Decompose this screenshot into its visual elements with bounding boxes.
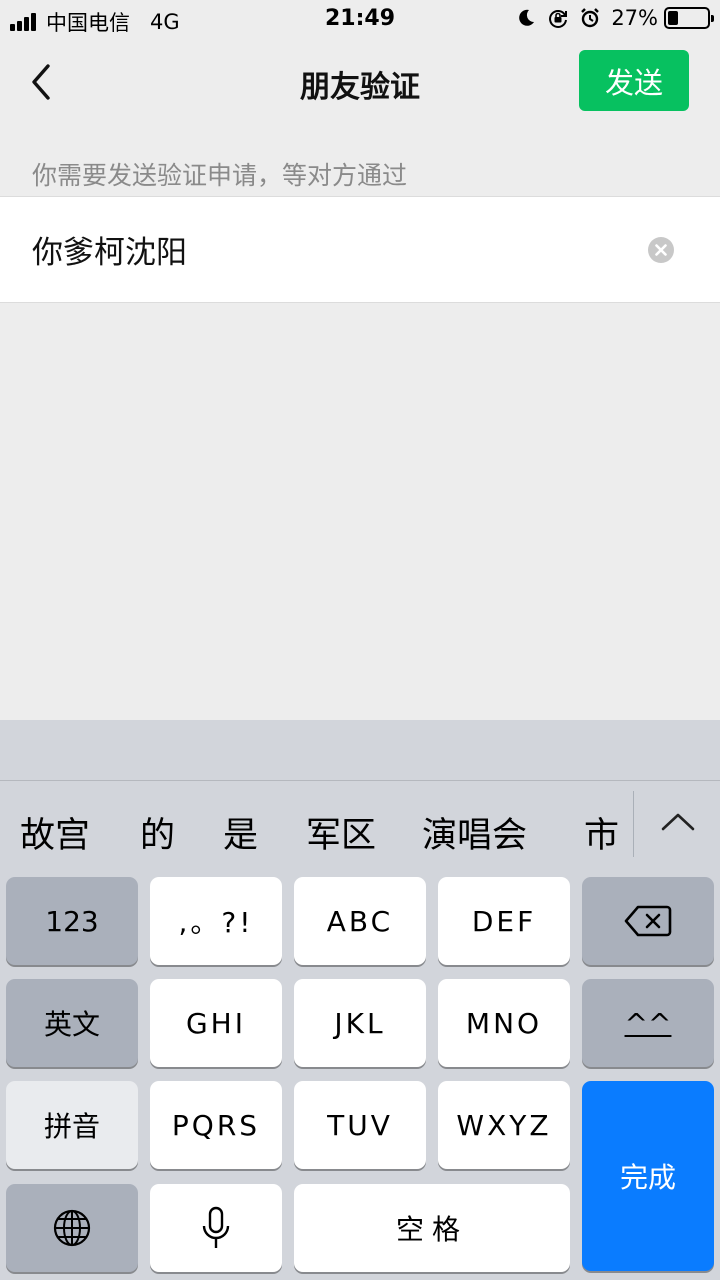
key-label: 拼音 — [43, 1110, 100, 1143]
status-right: 27% — [515, 6, 714, 30]
key-label: 空格 — [395, 1213, 468, 1246]
key-jkl[interactable]: JKL — [294, 979, 426, 1067]
key-pqrs[interactable]: PQRS — [150, 1081, 282, 1169]
key-emoticon[interactable]: ^^ — [582, 979, 714, 1067]
nav-bar: 朋友验证 发送 — [0, 40, 720, 124]
candidate-divider — [633, 791, 634, 857]
candidate-word[interactable]: 的 — [140, 807, 175, 858]
hint-text: 你需要发送验证申请，等对方通过 — [32, 161, 408, 190]
key-mno[interactable]: MNO — [438, 979, 570, 1067]
battery-percent: 27% — [611, 6, 658, 30]
rotation-lock-icon — [549, 10, 568, 28]
moon-icon — [519, 9, 535, 26]
key-def[interactable]: DEF — [438, 877, 570, 965]
screen: 中国电信 4G 21:49 27% 朋友验证 发送 你需要发送验证申请，等对方通… — [0, 0, 720, 1280]
key-label: ,。?! — [178, 906, 254, 939]
key-globe[interactable] — [6, 1184, 138, 1272]
key-label: GHI — [185, 1006, 246, 1040]
verification-input-row[interactable]: 你爹柯沈阳 — [0, 196, 720, 303]
key-label: PQRS — [171, 1108, 261, 1142]
key-label: 123 — [45, 904, 99, 938]
backspace-icon — [624, 905, 672, 937]
key-english[interactable]: 英文 — [6, 979, 138, 1067]
key-tuv[interactable]: TUV — [294, 1081, 426, 1169]
key-pinyin[interactable]: 拼音 — [6, 1081, 138, 1169]
key-label: JKL — [334, 1006, 386, 1040]
microphone-icon — [202, 1206, 230, 1248]
key-space[interactable]: 空格 — [294, 1184, 570, 1272]
key-ghi[interactable]: GHI — [150, 979, 282, 1067]
key-label: 英文 — [43, 1008, 100, 1041]
alarm-icon — [581, 8, 600, 28]
key-label: MNO — [465, 1006, 543, 1040]
globe-icon — [53, 1209, 91, 1247]
keyboard-top-bar — [0, 720, 720, 781]
candidate-word[interactable]: 市 — [584, 807, 619, 858]
key-microphone[interactable] — [150, 1184, 282, 1272]
key-label: ^^ — [624, 1006, 672, 1040]
key-done[interactable]: 完成 — [582, 1081, 714, 1271]
key-label: 完成 — [619, 1161, 676, 1194]
key-punctuation[interactable]: ,。?! — [150, 877, 282, 965]
key-wxyz[interactable]: WXYZ — [438, 1081, 570, 1169]
send-button[interactable]: 发送 — [579, 50, 689, 111]
candidate-word[interactable]: 故宫 — [20, 807, 90, 858]
clear-icon[interactable] — [647, 236, 675, 264]
candidate-bar: 故宫 的 是 军区 演唱会 市 — [0, 781, 720, 886]
candidate-word[interactable]: 是 — [223, 807, 258, 858]
battery-icon — [664, 7, 714, 29]
key-label: WXYZ — [456, 1108, 552, 1142]
battery-fill — [668, 11, 678, 25]
candidate-word[interactable]: 军区 — [306, 807, 376, 858]
key-abc[interactable]: ABC — [294, 877, 426, 965]
status-bar: 中国电信 4G 21:49 27% — [0, 0, 720, 40]
verification-input[interactable]: 你爹柯沈阳 — [32, 227, 187, 272]
chevron-up-icon[interactable] — [660, 807, 696, 837]
keyboard: 故宫 的 是 军区 演唱会 市 123 ,。?! ABC DEF 英文 GHI … — [0, 720, 720, 1280]
key-backspace[interactable] — [582, 877, 714, 965]
key-123[interactable]: 123 — [6, 877, 138, 965]
key-label: DEF — [471, 904, 537, 938]
candidate-word[interactable]: 演唱会 — [422, 807, 527, 858]
key-label: TUV — [327, 1108, 393, 1142]
key-label: ABC — [326, 904, 394, 938]
